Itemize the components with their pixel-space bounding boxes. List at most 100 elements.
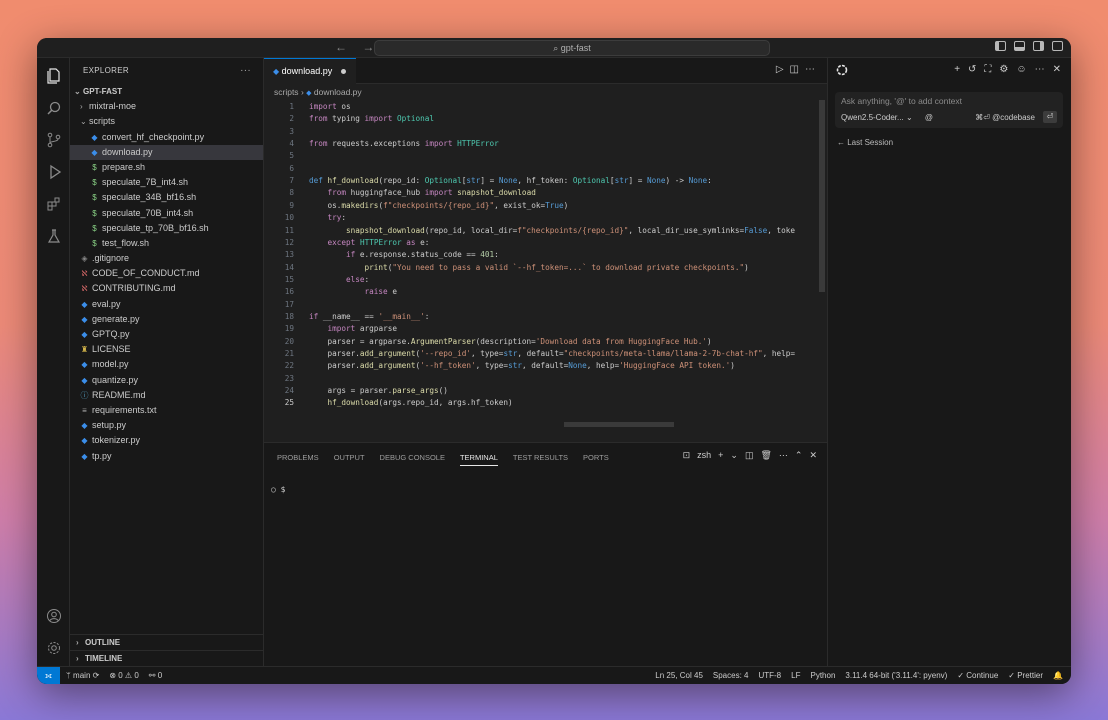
source-control-icon[interactable] <box>44 130 64 150</box>
panel-tab[interactable]: DEBUG CONSOLE <box>380 453 445 466</box>
eol-status[interactable]: LF <box>791 667 800 684</box>
code-line[interactable]: def hf_download(repo_id: Optional[str] =… <box>309 176 712 185</box>
settings-gear-icon[interactable] <box>44 638 64 658</box>
extensions-icon[interactable] <box>44 194 64 214</box>
history-icon[interactable]: ↺ <box>968 64 976 75</box>
file-tree-item[interactable]: ◆ quantize.py <box>70 373 263 388</box>
customize-layout-icon[interactable] <box>1052 41 1063 51</box>
file-tree-item[interactable]: $ speculate_34B_bf16.sh <box>70 190 263 205</box>
tab-download-py[interactable]: ◆ download.py <box>264 58 356 84</box>
file-tree-item[interactable]: ⌄ scripts <box>70 114 263 129</box>
run-debug-icon[interactable] <box>44 162 64 182</box>
code-line[interactable]: else: <box>309 275 369 284</box>
timeline-section[interactable]: › TIMELINE <box>70 650 264 666</box>
code-line[interactable]: import os <box>309 102 351 111</box>
continue-status[interactable]: ✓ Continue <box>957 667 998 684</box>
account-icon[interactable] <box>44 606 64 626</box>
file-tree-item[interactable]: ◈ .gitignore <box>70 251 263 266</box>
more-actions-icon[interactable]: ··· <box>240 58 251 84</box>
file-tree-item[interactable]: ◆ tp.py <box>70 449 263 464</box>
toggle-panel-icon[interactable] <box>1014 41 1025 51</box>
toggle-secondary-sidebar-icon[interactable] <box>1033 41 1044 51</box>
file-tree-item[interactable]: ◆ GPTQ.py <box>70 327 263 342</box>
panel-tab[interactable]: PROBLEMS <box>277 453 319 466</box>
file-tree-item[interactable]: ◆ tokenizer.py <box>70 433 263 448</box>
explorer-icon[interactable] <box>44 66 64 86</box>
split-editor-icon[interactable]: ◫ <box>790 64 805 75</box>
codebase-shortcut[interactable]: ⌘⏎ @codebase <box>975 113 1035 122</box>
fullscreen-icon[interactable]: ⛶ <box>984 64 991 75</box>
file-tree-item[interactable]: $ speculate_70B_int4.sh <box>70 206 263 221</box>
run-file-icon[interactable]: ▷ <box>776 64 790 75</box>
file-tree-item[interactable]: $ speculate_tp_70B_bf16.sh <box>70 221 263 236</box>
editor-scrollbar[interactable] <box>819 100 825 292</box>
file-tree-item[interactable]: ◆ eval.py <box>70 297 263 312</box>
code-line[interactable]: print("You need to pass a valid `--hf_to… <box>309 263 749 272</box>
file-tree-item[interactable]: ℵ CONTRIBUTING.md <box>70 281 263 296</box>
code-line[interactable]: from requests.exceptions import HTTPErro… <box>309 139 499 148</box>
settings-gear-icon[interactable]: ⚙ <box>999 64 1008 75</box>
cursor-position[interactable]: Ln 25, Col 45 <box>655 667 703 684</box>
project-folder-header[interactable]: ⌄ GPT-FAST <box>70 84 263 99</box>
toggle-primary-sidebar-icon[interactable] <box>995 41 1006 51</box>
remote-indicator-icon[interactable]: ⟗ <box>37 667 60 684</box>
mention-button[interactable]: @ <box>925 113 933 122</box>
code-line[interactable]: hf_download(args.repo_id, args.hf_token) <box>309 398 513 407</box>
unsaved-dot-icon[interactable] <box>340 69 346 75</box>
python-interpreter[interactable]: 3.11.4 64-bit ('3.11.4': pyenv) <box>845 667 947 684</box>
code-line[interactable]: try: <box>309 213 347 222</box>
encoding-status[interactable]: UTF-8 <box>758 667 781 684</box>
breadcrumb-file[interactable]: download.py <box>314 87 362 97</box>
notifications-bell-icon[interactable]: 🔔 <box>1053 667 1063 684</box>
chat-input[interactable]: Ask anything, '@' to add context Qwen2.5… <box>835 92 1063 128</box>
code-line[interactable]: from huggingface_hub import snapshot_dow… <box>309 188 536 197</box>
account-icon[interactable]: ☺ <box>1016 64 1026 75</box>
code-line[interactable]: parser.add_argument('--hf_token', type=s… <box>309 361 735 370</box>
close-icon[interactable]: ✕ <box>1053 64 1061 75</box>
code-line[interactable]: parser = argparse.ArgumentParser(descrip… <box>309 337 712 346</box>
file-tree-item[interactable]: $ prepare.sh <box>70 160 263 175</box>
problems-status[interactable]: ⊗ 0 ⚠ 0 <box>109 667 138 684</box>
file-tree-item[interactable]: ◆ download.py <box>70 144 263 160</box>
breadcrumb-folder[interactable]: scripts <box>274 87 299 97</box>
file-tree-item[interactable]: ℵ CODE_OF_CONDUCT.md <box>70 266 263 281</box>
search-icon[interactable] <box>44 98 64 118</box>
panel-tab[interactable]: TEST RESULTS <box>513 453 568 466</box>
file-tree-item[interactable]: ◆ generate.py <box>70 312 263 327</box>
command-center-search[interactable]: ⌕ gpt-fast <box>374 40 770 56</box>
terminal-shell-label[interactable]: zsh <box>697 450 711 461</box>
file-tree-item[interactable]: ◆ convert_hf_checkpoint.py <box>70 130 263 145</box>
code-line[interactable]: import argparse <box>309 324 397 333</box>
split-terminal-icon[interactable]: ◫ <box>745 450 754 461</box>
last-session-link[interactable]: ← Last Session <box>837 138 893 147</box>
outline-section[interactable]: › OUTLINE <box>70 634 264 650</box>
terminal-prompt[interactable]: ○ $ <box>271 485 285 494</box>
file-tree-item[interactable]: ⓘ README.md <box>70 388 263 403</box>
branch-status[interactable]: ᛘ main ⟳ <box>66 667 99 684</box>
editor-horizontal-scrollbar[interactable] <box>564 422 674 427</box>
file-tree-item[interactable]: ◆ model.py <box>70 357 263 372</box>
more-actions-icon[interactable]: ⋯ <box>805 64 821 75</box>
code-line[interactable]: parser.add_argument('--repo_id', type=st… <box>309 349 796 358</box>
panel-tab[interactable]: PORTS <box>583 453 609 466</box>
code-line[interactable]: snapshot_download(repo_id, local_dir=f"c… <box>309 226 795 235</box>
more-actions-icon[interactable]: ⋯ <box>1035 64 1045 75</box>
ports-status[interactable]: ⚯ 0 <box>149 667 162 684</box>
new-session-icon[interactable]: + <box>954 64 960 75</box>
code-line[interactable]: from typing import Optional <box>309 114 434 123</box>
indentation-status[interactable]: Spaces: 4 <box>713 667 749 684</box>
code-editor[interactable]: 1 import os 2 from typing import Optional 3 4… <box>264 100 827 442</box>
code-line[interactable]: raise e <box>309 287 397 296</box>
testing-icon[interactable] <box>44 226 64 246</box>
model-selector[interactable]: Qwen2.5-Coder... ⌄ @ <box>841 113 933 122</box>
code-line[interactable]: except HTTPError as e: <box>309 238 430 247</box>
file-tree-item[interactable]: › mixtral-moe <box>70 99 263 114</box>
panel-tab[interactable]: TERMINAL <box>459 453 498 466</box>
chevron-down-icon[interactable]: ⌄ <box>730 450 738 461</box>
file-tree-item[interactable]: $ speculate_7B_int4.sh <box>70 175 263 190</box>
more-actions-icon[interactable]: ⋯ <box>779 450 788 461</box>
prettier-status[interactable]: ✓ Prettier <box>1008 667 1043 684</box>
file-tree-item[interactable]: ♜ LICENSE <box>70 342 263 357</box>
file-tree-item[interactable]: $ test_flow.sh <box>70 236 263 251</box>
file-tree-item[interactable]: ◆ setup.py <box>70 418 263 433</box>
